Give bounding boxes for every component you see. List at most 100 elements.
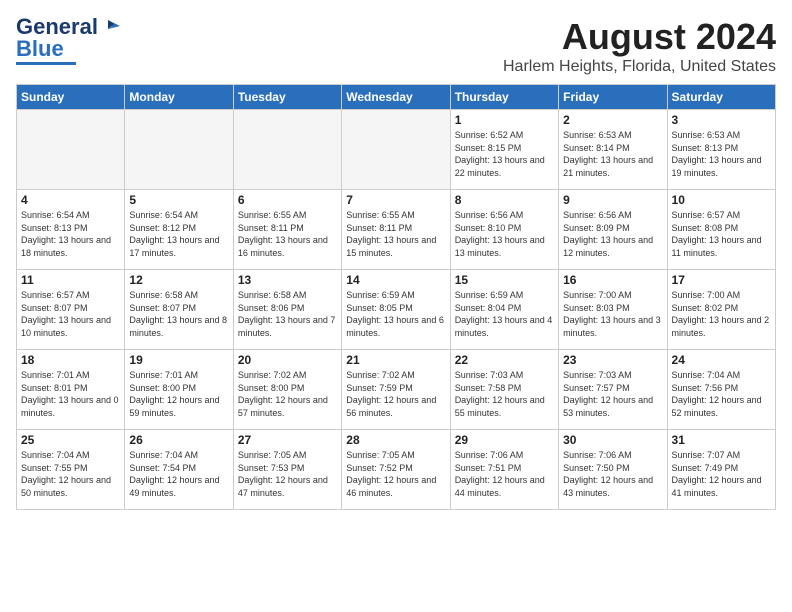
calendar-week-3: 11 Sunrise: 6:57 AMSunset: 8:07 PMDayligh… xyxy=(17,270,776,350)
calendar-week-4: 18 Sunrise: 7:01 AMSunset: 8:01 PMDayligh… xyxy=(17,350,776,430)
day-number: 15 xyxy=(455,273,554,287)
day-detail: Sunrise: 6:54 AMSunset: 8:12 PMDaylight:… xyxy=(129,209,228,259)
calendar-cell: 25 Sunrise: 7:04 AMSunset: 7:55 PMDayligh… xyxy=(17,430,125,510)
day-detail: Sunrise: 6:58 AMSunset: 8:06 PMDaylight:… xyxy=(238,289,337,339)
calendar-cell: 18 Sunrise: 7:01 AMSunset: 8:01 PMDayligh… xyxy=(17,350,125,430)
calendar-week-1: 1 Sunrise: 6:52 AMSunset: 8:15 PMDaylight… xyxy=(17,110,776,190)
calendar-cell: 21 Sunrise: 7:02 AMSunset: 7:59 PMDayligh… xyxy=(342,350,450,430)
calendar-week-2: 4 Sunrise: 6:54 AMSunset: 8:13 PMDaylight… xyxy=(17,190,776,270)
day-number: 9 xyxy=(563,193,662,207)
day-detail: Sunrise: 6:59 AMSunset: 8:05 PMDaylight:… xyxy=(346,289,445,339)
column-header-saturday: Saturday xyxy=(667,85,775,110)
logo-bird-icon xyxy=(100,16,122,38)
calendar-cell: 3 Sunrise: 6:53 AMSunset: 8:13 PMDaylight… xyxy=(667,110,775,190)
calendar-cell xyxy=(125,110,233,190)
calendar-cell: 4 Sunrise: 6:54 AMSunset: 8:13 PMDaylight… xyxy=(17,190,125,270)
column-header-wednesday: Wednesday xyxy=(342,85,450,110)
day-detail: Sunrise: 6:55 AMSunset: 8:11 PMDaylight:… xyxy=(346,209,445,259)
day-number: 20 xyxy=(238,353,337,367)
calendar-cell: 17Sunrise: 7:00 AMSunset: 8:02 PMDayligh… xyxy=(667,270,775,350)
day-detail: Sunrise: 6:56 AMSunset: 8:09 PMDaylight:… xyxy=(563,209,662,259)
calendar-cell xyxy=(342,110,450,190)
day-detail: Sunrise: 7:05 AMSunset: 7:52 PMDaylight:… xyxy=(346,449,445,499)
calendar-cell: 11 Sunrise: 6:57 AMSunset: 8:07 PMDayligh… xyxy=(17,270,125,350)
day-number: 19 xyxy=(129,353,228,367)
day-number: 4 xyxy=(21,193,120,207)
page-header: General Blue August 2024 Harlem Heights,… xyxy=(16,16,776,76)
day-number: 10 xyxy=(672,193,771,207)
day-number: 23 xyxy=(563,353,662,367)
day-detail: Sunrise: 7:05 AMSunset: 7:53 PMDaylight:… xyxy=(238,449,337,499)
day-number: 27 xyxy=(238,433,337,447)
day-detail: Sunrise: 7:06 AMSunset: 7:51 PMDaylight:… xyxy=(455,449,554,499)
calendar-cell: 10Sunrise: 6:57 AMSunset: 8:08 PMDayligh… xyxy=(667,190,775,270)
day-number: 18 xyxy=(21,353,120,367)
calendar-cell: 7 Sunrise: 6:55 AMSunset: 8:11 PMDaylight… xyxy=(342,190,450,270)
day-number: 7 xyxy=(346,193,445,207)
day-detail: Sunrise: 7:02 AMSunset: 8:00 PMDaylight:… xyxy=(238,369,337,419)
day-detail: Sunrise: 7:01 AMSunset: 8:00 PMDaylight:… xyxy=(129,369,228,419)
day-detail: Sunrise: 7:02 AMSunset: 7:59 PMDaylight:… xyxy=(346,369,445,419)
calendar-cell: 16Sunrise: 7:00 AMSunset: 8:03 PMDayligh… xyxy=(559,270,667,350)
day-detail: Sunrise: 7:04 AMSunset: 7:54 PMDaylight:… xyxy=(129,449,228,499)
calendar-table: SundayMondayTuesdayWednesdayThursdayFrid… xyxy=(16,84,776,510)
day-detail: Sunrise: 6:54 AMSunset: 8:13 PMDaylight:… xyxy=(21,209,120,259)
day-detail: Sunrise: 6:57 AMSunset: 8:07 PMDaylight:… xyxy=(21,289,120,339)
calendar-cell: 26 Sunrise: 7:04 AMSunset: 7:54 PMDayligh… xyxy=(125,430,233,510)
calendar-cell: 1 Sunrise: 6:52 AMSunset: 8:15 PMDaylight… xyxy=(450,110,558,190)
day-number: 2 xyxy=(563,113,662,127)
calendar-cell: 5Sunrise: 6:54 AMSunset: 8:12 PMDaylight… xyxy=(125,190,233,270)
calendar-cell: 28 Sunrise: 7:05 AMSunset: 7:52 PMDayligh… xyxy=(342,430,450,510)
day-number: 25 xyxy=(21,433,120,447)
day-detail: Sunrise: 6:58 AMSunset: 8:07 PMDaylight:… xyxy=(129,289,228,339)
calendar-cell: 22Sunrise: 7:03 AMSunset: 7:58 PMDayligh… xyxy=(450,350,558,430)
calendar-header-row: SundayMondayTuesdayWednesdayThursdayFrid… xyxy=(17,85,776,110)
calendar-cell: 2 Sunrise: 6:53 AMSunset: 8:14 PMDaylight… xyxy=(559,110,667,190)
logo-divider xyxy=(16,62,76,65)
month-title: August 2024 xyxy=(503,16,776,58)
calendar-cell: 30Sunrise: 7:06 AMSunset: 7:50 PMDayligh… xyxy=(559,430,667,510)
calendar-cell: 20 Sunrise: 7:02 AMSunset: 8:00 PMDayligh… xyxy=(233,350,341,430)
calendar-cell: 15 Sunrise: 6:59 AMSunset: 8:04 PMDayligh… xyxy=(450,270,558,350)
day-number: 30 xyxy=(563,433,662,447)
calendar-week-5: 25 Sunrise: 7:04 AMSunset: 7:55 PMDayligh… xyxy=(17,430,776,510)
calendar-cell: 8 Sunrise: 6:56 AMSunset: 8:10 PMDaylight… xyxy=(450,190,558,270)
day-number: 13 xyxy=(238,273,337,287)
day-number: 28 xyxy=(346,433,445,447)
logo-blue: Blue xyxy=(16,38,64,60)
day-detail: Sunrise: 7:04 AMSunset: 7:55 PMDaylight:… xyxy=(21,449,120,499)
day-number: 1 xyxy=(455,113,554,127)
logo-general: General xyxy=(16,16,98,38)
day-detail: Sunrise: 6:55 AMSunset: 8:11 PMDaylight:… xyxy=(238,209,337,259)
calendar-cell: 14 Sunrise: 6:59 AMSunset: 8:05 PMDayligh… xyxy=(342,270,450,350)
day-number: 26 xyxy=(129,433,228,447)
day-detail: Sunrise: 7:01 AMSunset: 8:01 PMDaylight:… xyxy=(21,369,120,419)
day-detail: Sunrise: 6:52 AMSunset: 8:15 PMDaylight:… xyxy=(455,129,554,179)
day-number: 11 xyxy=(21,273,120,287)
calendar-cell: 9 Sunrise: 6:56 AMSunset: 8:09 PMDaylight… xyxy=(559,190,667,270)
day-detail: Sunrise: 7:07 AMSunset: 7:49 PMDaylight:… xyxy=(672,449,771,499)
day-number: 24 xyxy=(672,353,771,367)
day-detail: Sunrise: 6:56 AMSunset: 8:10 PMDaylight:… xyxy=(455,209,554,259)
day-number: 3 xyxy=(672,113,771,127)
day-detail: Sunrise: 7:03 AMSunset: 7:58 PMDaylight:… xyxy=(455,369,554,419)
day-number: 31 xyxy=(672,433,771,447)
day-detail: Sunrise: 6:53 AMSunset: 8:14 PMDaylight:… xyxy=(563,129,662,179)
day-detail: Sunrise: 6:53 AMSunset: 8:13 PMDaylight:… xyxy=(672,129,771,179)
day-number: 12 xyxy=(129,273,228,287)
calendar-cell: 31 Sunrise: 7:07 AMSunset: 7:49 PMDayligh… xyxy=(667,430,775,510)
day-number: 21 xyxy=(346,353,445,367)
day-number: 8 xyxy=(455,193,554,207)
calendar-cell: 24Sunrise: 7:04 AMSunset: 7:56 PMDayligh… xyxy=(667,350,775,430)
column-header-tuesday: Tuesday xyxy=(233,85,341,110)
column-header-thursday: Thursday xyxy=(450,85,558,110)
calendar-cell: 29Sunrise: 7:06 AMSunset: 7:51 PMDayligh… xyxy=(450,430,558,510)
calendar-cell xyxy=(233,110,341,190)
day-detail: Sunrise: 7:03 AMSunset: 7:57 PMDaylight:… xyxy=(563,369,662,419)
day-detail: Sunrise: 6:59 AMSunset: 8:04 PMDaylight:… xyxy=(455,289,554,339)
column-header-monday: Monday xyxy=(125,85,233,110)
calendar-cell: 27 Sunrise: 7:05 AMSunset: 7:53 PMDayligh… xyxy=(233,430,341,510)
day-number: 14 xyxy=(346,273,445,287)
calendar-cell: 12 Sunrise: 6:58 AMSunset: 8:07 PMDayligh… xyxy=(125,270,233,350)
day-number: 6 xyxy=(238,193,337,207)
